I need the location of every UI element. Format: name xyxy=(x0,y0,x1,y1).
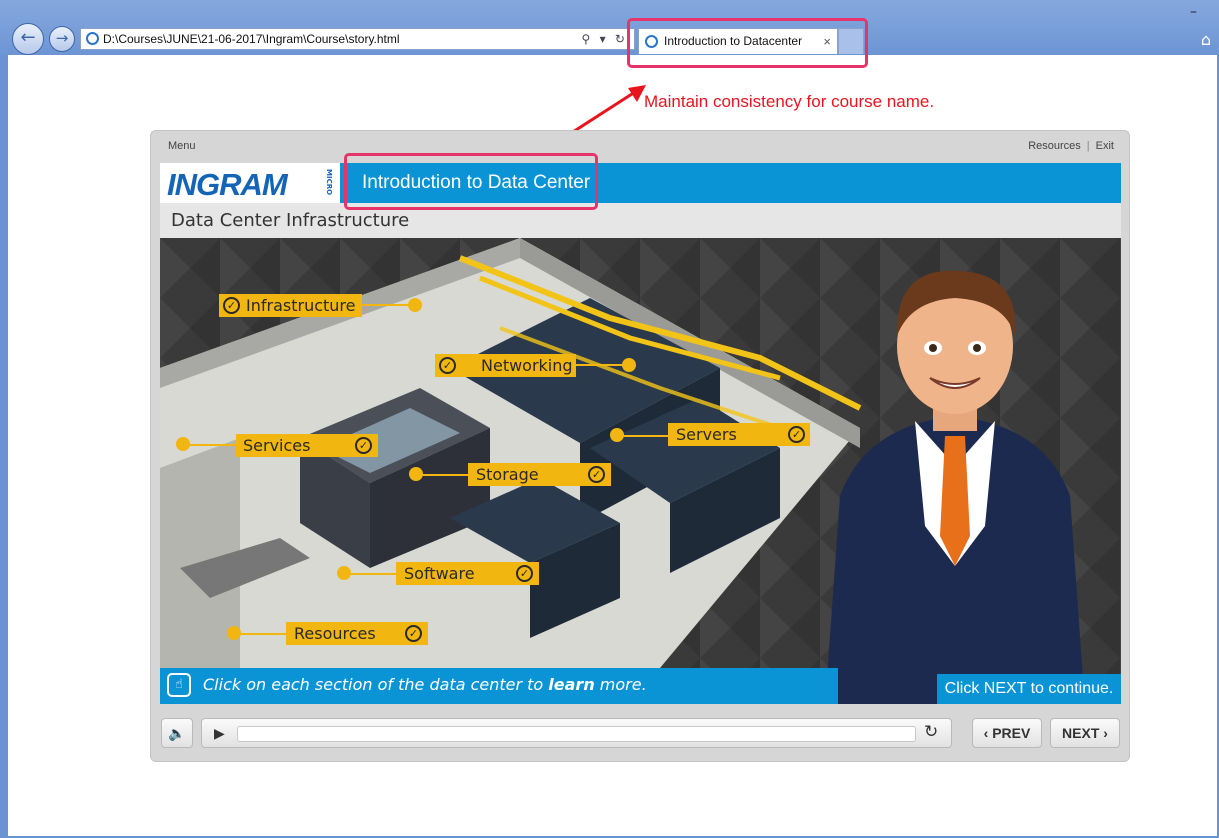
instruction-text: Click on each section of the data center… xyxy=(203,675,647,694)
address-bar[interactable]: D:\Courses\JUNE\21-06-2017\Ingram\Course… xyxy=(80,28,635,50)
course-player: Menu Resources | Exit INGRAM MICRO Introdu… xyxy=(150,130,1130,762)
instruction-bar: ☝ Click on each section of the data cent… xyxy=(160,668,838,704)
check-icon: ✓ xyxy=(788,426,805,443)
annotation-note: Maintain consistency for course name. xyxy=(644,92,935,111)
hotspot-label: Infrastructure xyxy=(246,296,356,315)
check-icon: ✓ xyxy=(355,437,372,454)
leader-line xyxy=(421,474,469,476)
hotspot-resources[interactable]: Resources ✓ xyxy=(286,622,428,645)
play-icon[interactable]: ▶ xyxy=(214,725,225,742)
leader-line xyxy=(188,444,236,446)
check-icon: ✓ xyxy=(223,297,240,314)
minimize-icon[interactable]: – xyxy=(1190,4,1197,20)
seek-track[interactable] xyxy=(237,726,916,742)
forward-arrow-icon[interactable]: → xyxy=(49,26,75,52)
hotspot-label: Storage xyxy=(476,465,539,484)
leader-line xyxy=(239,633,287,635)
hotspot-software[interactable]: Software ✓ xyxy=(396,562,539,585)
seekbar-control: ▶ ↻ xyxy=(201,718,952,748)
hotspot-label: Software xyxy=(404,564,475,583)
next-button[interactable]: NEXT › xyxy=(1050,718,1120,748)
resources-link[interactable]: Resources xyxy=(1028,140,1081,152)
volume-icon[interactable]: 🔈 xyxy=(161,718,193,748)
prev-button[interactable]: ‹ PREV xyxy=(972,718,1042,748)
hotspot-dot[interactable] xyxy=(408,298,422,312)
leader-line xyxy=(349,573,397,575)
leader-line xyxy=(576,364,624,366)
home-icon[interactable]: ⌂ xyxy=(1201,30,1211,49)
leader-line xyxy=(622,435,670,437)
annotation-box-title xyxy=(344,153,598,210)
hotspot-servers[interactable]: Servers ✓ xyxy=(668,423,810,446)
hotspot-label: Resources xyxy=(294,624,376,643)
search-refresh-icon[interactable]: ⚲ ▾ ↻ xyxy=(581,29,628,49)
logo-micro: MICRO xyxy=(325,169,333,196)
exit-link[interactable]: Exit xyxy=(1096,140,1114,152)
hotspot-networking[interactable]: ✓ Networking xyxy=(435,354,576,377)
hotspot-label: Services xyxy=(243,436,311,455)
replay-icon[interactable]: ↻ xyxy=(924,722,938,742)
browser-toolbar: ← → D:\Courses\JUNE\21-06-2017\Ingram\Co… xyxy=(0,0,1219,55)
hotspot-services[interactable]: Services ✓ xyxy=(236,434,378,457)
check-icon: ✓ xyxy=(588,466,605,483)
hotspot-label: Servers xyxy=(676,425,737,444)
ie-icon xyxy=(86,32,99,45)
check-icon: ✓ xyxy=(439,357,456,374)
ingram-logo: INGRAM xyxy=(167,167,288,202)
leader-line xyxy=(362,304,414,306)
slide-area: INGRAM MICRO Introduction to Data Center… xyxy=(160,163,1121,704)
logo-box: INGRAM MICRO xyxy=(160,163,340,203)
hotspot-infrastructure[interactable]: ✓ Infrastructure xyxy=(219,294,362,317)
next-hint: Click NEXT to continue. xyxy=(937,674,1121,704)
slide-title: Data Center Infrastructure xyxy=(171,210,410,231)
hotspot-dot[interactable] xyxy=(622,358,636,372)
hotspot-label: Networking xyxy=(481,356,573,375)
hotspot-storage[interactable]: Storage ✓ xyxy=(468,463,611,486)
menu-link[interactable]: Menu xyxy=(168,140,196,152)
back-arrow-icon[interactable]: ← xyxy=(12,23,44,55)
presenter-character xyxy=(825,270,1085,704)
check-icon: ✓ xyxy=(516,565,533,582)
top-links: Resources | Exit xyxy=(1028,140,1114,152)
tap-hand-icon: ☝ xyxy=(167,673,191,697)
address-text: D:\Courses\JUNE\21-06-2017\Ingram\Course… xyxy=(103,32,400,46)
check-icon: ✓ xyxy=(405,625,422,642)
datacenter-scene: ✓ Infrastructure ✓ Networking Services ✓… xyxy=(160,238,1121,704)
annotation-box-tab xyxy=(627,18,868,68)
